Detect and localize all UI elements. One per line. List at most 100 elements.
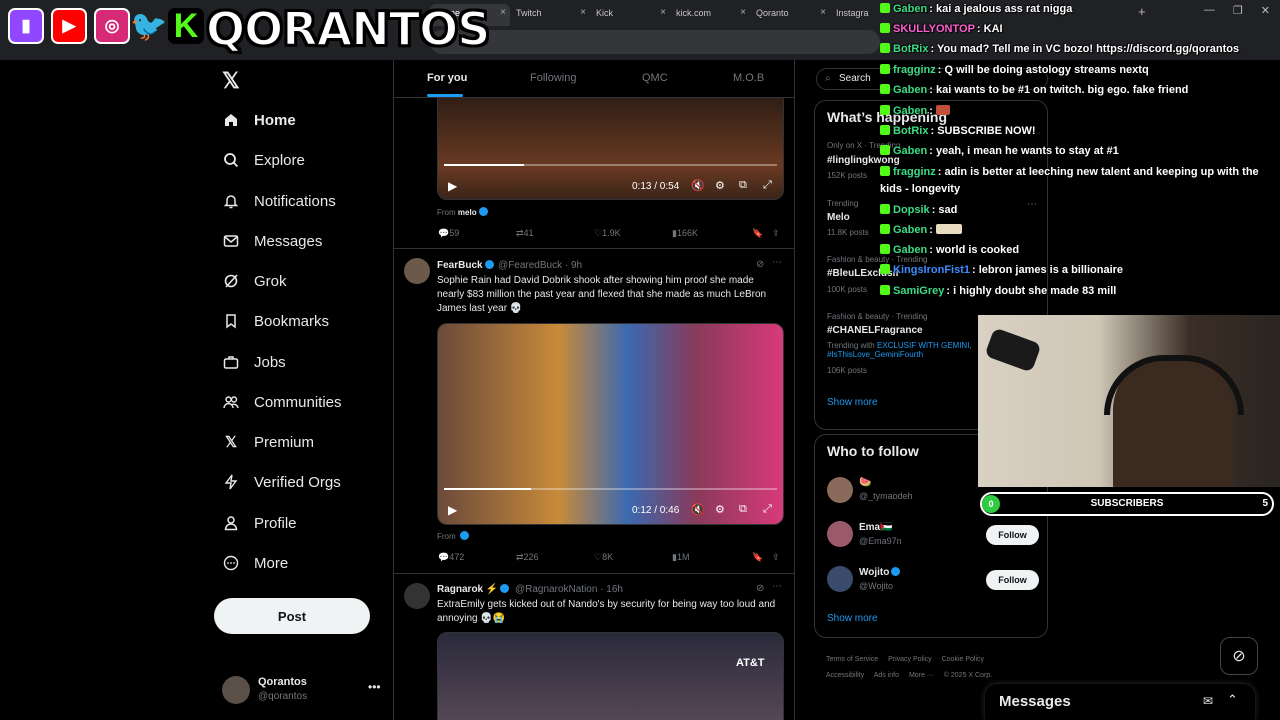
fullscreen-icon[interactable]: ⤢ bbox=[763, 179, 772, 192]
browser-tab-twitch[interactable]: Twitch × bbox=[510, 4, 590, 26]
from-name[interactable]: melo bbox=[458, 208, 477, 217]
grok-icon[interactable]: ⊘ bbox=[756, 583, 764, 594]
avatar[interactable] bbox=[404, 258, 430, 284]
trend-name[interactable]: Melo bbox=[827, 212, 850, 223]
close-icon[interactable]: × bbox=[580, 7, 586, 18]
nav-item-verified-orgs[interactable]: Verified Orgs bbox=[222, 470, 341, 494]
repost-button[interactable]: ⇄ 41 bbox=[516, 228, 534, 239]
settings-icon[interactable]: ⚙ bbox=[715, 179, 725, 192]
tab-indicator bbox=[427, 94, 463, 97]
author-name: Ragnarok ⚡ bbox=[437, 584, 499, 595]
bookmark-icon[interactable]: 🔖 bbox=[752, 228, 763, 239]
settings-icon[interactable]: ⚙ bbox=[715, 503, 725, 516]
views-button[interactable]: ▮ 1M bbox=[672, 552, 689, 563]
more-dots-icon[interactable]: ⋯ bbox=[772, 581, 782, 592]
tab-for-you[interactable]: For you bbox=[427, 72, 467, 84]
nav-item-jobs[interactable]: Jobs bbox=[222, 350, 286, 374]
nav-item-grok[interactable]: Grok bbox=[222, 269, 287, 293]
like-button[interactable]: ♡ 1.9K bbox=[594, 228, 621, 239]
compose-message-icon[interactable]: ✉ bbox=[1203, 694, 1213, 708]
close-icon[interactable]: × bbox=[500, 7, 506, 18]
reply-button[interactable]: 💬 59 bbox=[438, 228, 459, 239]
bookmark-icon[interactable]: 🔖 bbox=[752, 552, 763, 563]
reply-button[interactable]: 💬 472 bbox=[438, 552, 464, 563]
nav-item-notifications[interactable]: Notifications bbox=[222, 189, 336, 213]
nav-item-premium[interactable]: 𝕏 Premium bbox=[222, 430, 314, 454]
more-dots-icon[interactable]: ⋯ bbox=[772, 257, 782, 268]
avatar[interactable] bbox=[404, 583, 430, 609]
reply-count: 472 bbox=[449, 552, 465, 562]
footer-link[interactable]: Terms of Service bbox=[826, 656, 878, 663]
video-player[interactable]: ▶ 0:12 / 0:46 🔇 ⚙ ⧉ ⤢ bbox=[437, 323, 784, 525]
grok-icon[interactable]: ⊘ bbox=[756, 259, 764, 270]
nav-item-more[interactable]: More bbox=[222, 551, 288, 575]
footer-link[interactable]: Privacy Policy bbox=[888, 656, 932, 663]
post-button[interactable]: Post bbox=[214, 598, 370, 634]
footer-link[interactable]: Accessibility bbox=[826, 672, 864, 679]
show-more-link[interactable]: Show more bbox=[827, 397, 878, 408]
grok-fab-icon[interactable]: ⊘ bbox=[1220, 637, 1258, 675]
messages-drawer[interactable]: Messages ✉ ⌃ bbox=[985, 684, 1255, 720]
account-switcher[interactable]: Qorantos @qorantos ••• bbox=[222, 674, 382, 706]
left-nav: 𝕏 Home Explore Notifications Messages Gr… bbox=[214, 60, 394, 720]
video-progress-bar[interactable] bbox=[444, 488, 777, 490]
nav-item-communities[interactable]: Communities bbox=[222, 390, 342, 414]
tweet-handle[interactable]: @FearedBuck · 9h bbox=[498, 260, 582, 271]
trend-name[interactable]: #CHANELFragrance bbox=[827, 325, 923, 336]
nav-item-home[interactable]: Home bbox=[222, 108, 296, 132]
avatar[interactable] bbox=[827, 521, 853, 547]
browser-tab-qorantos[interactable]: Qoranto × bbox=[750, 4, 830, 26]
tweet-author[interactable]: Ragnarok ⚡ bbox=[437, 584, 511, 595]
tweet-author[interactable]: FearBuck bbox=[437, 260, 496, 271]
nav-item-bookmarks[interactable]: Bookmarks bbox=[222, 309, 329, 333]
browser-tab-kick-com[interactable]: kick.com × bbox=[670, 4, 750, 26]
from-line: From melo bbox=[437, 207, 490, 217]
video-player[interactable]: ▶ 0:13 / 0:54 🔇 ⚙ ⧉ ⤢ bbox=[437, 90, 784, 200]
repost-button[interactable]: ⇄ 226 bbox=[516, 552, 539, 563]
nav-item-profile[interactable]: Profile bbox=[222, 511, 297, 535]
like-button[interactable]: ♡ 8K bbox=[594, 552, 613, 563]
nav-item-messages[interactable]: Messages bbox=[222, 229, 322, 253]
footer-link[interactable]: More ··· bbox=[909, 672, 934, 679]
show-more-link[interactable]: Show more bbox=[827, 613, 878, 624]
messages-drawer-title: Messages bbox=[999, 693, 1071, 710]
video-player[interactable]: AT&T bbox=[437, 632, 784, 720]
share-icon[interactable]: ⇪ bbox=[772, 228, 780, 239]
mute-icon[interactable]: 🔇 bbox=[691, 179, 705, 192]
x-logo-icon[interactable]: 𝕏 bbox=[222, 68, 240, 94]
pip-icon[interactable]: ⧉ bbox=[739, 179, 747, 192]
share-icon[interactable]: ⇪ bbox=[772, 552, 780, 563]
browser-tab-kick[interactable]: Kick × bbox=[590, 4, 670, 26]
pip-icon[interactable]: ⧉ bbox=[739, 503, 747, 516]
play-icon[interactable]: ▶ bbox=[448, 179, 457, 193]
video-progress-bar[interactable] bbox=[444, 164, 777, 166]
close-icon[interactable]: × bbox=[820, 7, 826, 18]
tab-qmc[interactable]: QMC bbox=[642, 72, 668, 84]
play-icon[interactable]: ▶ bbox=[448, 503, 457, 517]
nav-item-explore[interactable]: Explore bbox=[222, 148, 305, 172]
tab-following[interactable]: Following bbox=[530, 72, 576, 84]
follow-name[interactable]: Wojito bbox=[859, 567, 902, 578]
follow-button[interactable]: Follow bbox=[986, 525, 1039, 545]
views-button[interactable]: ▮ 166K bbox=[672, 228, 698, 239]
close-icon[interactable]: × bbox=[660, 7, 666, 18]
address-bar[interactable] bbox=[430, 30, 880, 54]
follow-handle: @_tymaodeh bbox=[859, 491, 913, 501]
mute-icon[interactable]: 🔇 bbox=[691, 503, 705, 516]
chat-user: SKULLYONTOP bbox=[893, 23, 975, 35]
follow-name[interactable]: 🍉 bbox=[859, 477, 871, 488]
follow-button[interactable]: Follow bbox=[986, 570, 1039, 590]
footer-link[interactable]: Ads info bbox=[874, 672, 899, 679]
people-icon bbox=[222, 393, 240, 411]
more-dots-icon[interactable]: ••• bbox=[368, 680, 381, 694]
chevron-up-icon[interactable]: ⌃ bbox=[1227, 692, 1238, 708]
footer-link[interactable]: Cookie Policy bbox=[942, 656, 984, 663]
fullscreen-icon[interactable]: ⤢ bbox=[763, 503, 772, 516]
close-icon[interactable]: × bbox=[740, 7, 746, 18]
tab-mob[interactable]: M.O.B bbox=[733, 72, 764, 84]
nav-label: Verified Orgs bbox=[254, 473, 341, 491]
follow-name[interactable]: Ema🇵🇸 bbox=[859, 522, 893, 533]
avatar[interactable] bbox=[827, 477, 853, 503]
avatar[interactable] bbox=[827, 566, 853, 592]
tweet-handle[interactable]: @RagnarokNation · 16h bbox=[515, 584, 623, 595]
